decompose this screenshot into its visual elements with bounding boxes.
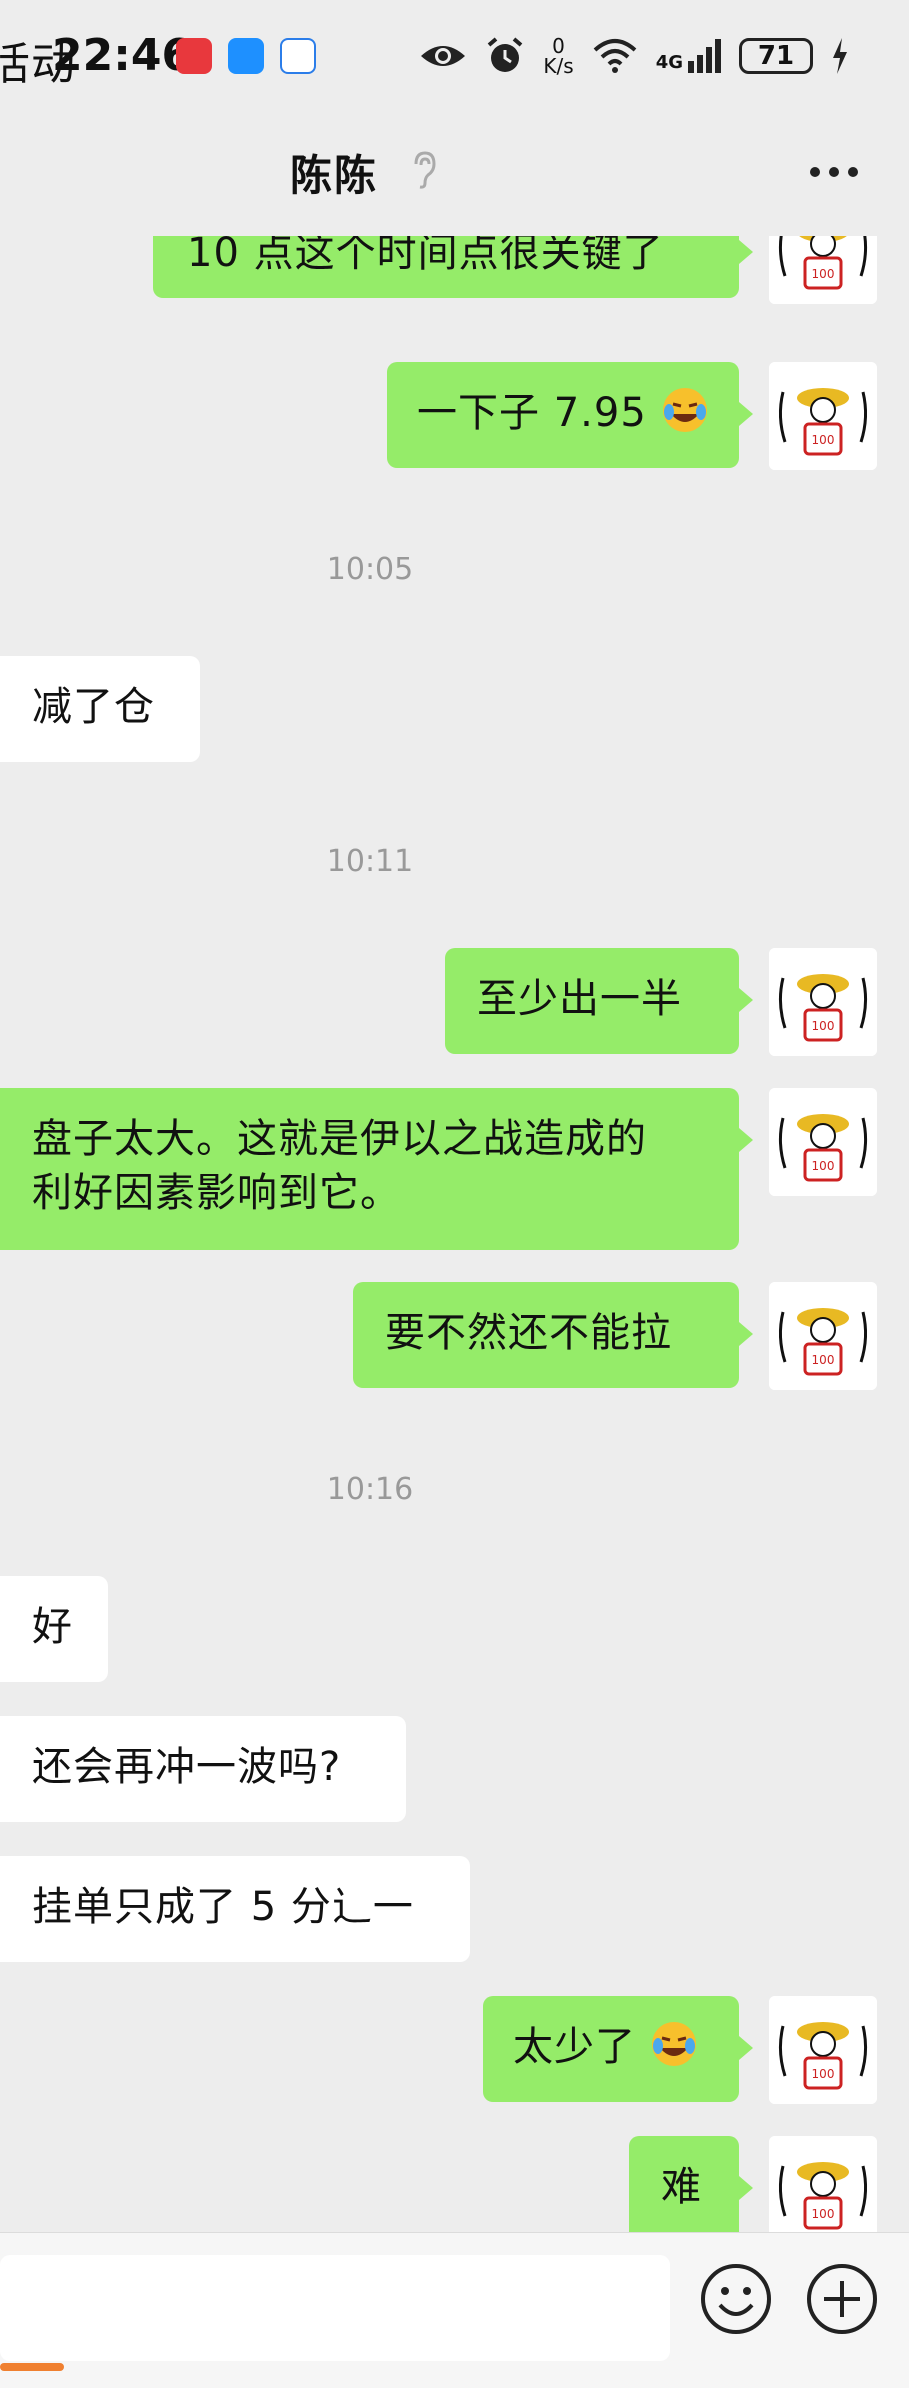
emoji-icon[interactable]	[698, 2261, 774, 2337]
svg-text:100: 100	[812, 1019, 835, 1033]
eye-icon	[421, 46, 466, 66]
avatar[interactable]: 100	[769, 1088, 877, 1196]
home-indicator	[0, 2363, 64, 2371]
app-notification-icon	[176, 38, 212, 74]
message-list[interactable]: 10 点这个时间点很关键了 100 一下子 7.95 100 10:05 减了仓…	[0, 236, 909, 2232]
assistant-app-icon	[280, 38, 316, 74]
laughing-tears-emoji-icon	[651, 2022, 696, 2066]
more-options-icon[interactable]	[809, 166, 859, 178]
status-time: 22:46	[52, 30, 193, 81]
bubble-tail	[739, 1128, 753, 1152]
chat-title: 陈陈	[290, 151, 379, 200]
wifi-icon	[593, 39, 637, 73]
timestamp: 10:16	[326, 1472, 414, 1507]
message-bubble[interactable]: 要不然还不能拉	[353, 1282, 739, 1388]
message-bubble[interactable]: 太少了	[483, 1996, 739, 2102]
avatar-image: 100	[769, 1282, 877, 1390]
cloud-app-icon	[228, 38, 264, 74]
timestamp: 10:05	[326, 552, 414, 587]
message-bubble[interactable]: 盘子太大。这就是伊以之战造成的 利好因素影响到它。	[0, 1088, 739, 1250]
message-bubble[interactable]: 还会再冲一波吗?	[0, 1716, 406, 1822]
status-bar: 活动 22:46 0 K/s 4G 71	[0, 0, 909, 116]
chat-screen: 活动 22:46 0 K/s 4G 71 陈陈 10 点这个时间点很关键了 10…	[0, 0, 909, 2388]
net-speed: 0 K/s	[543, 34, 574, 78]
bubble-tail	[739, 2036, 753, 2060]
avatar-image: 100	[769, 1088, 877, 1196]
avatar[interactable]: 100	[769, 1282, 877, 1390]
bubble-tail	[739, 240, 753, 264]
timestamp: 10:11	[326, 844, 414, 879]
signal-strength-icon: 4G	[656, 39, 721, 73]
svg-text:100: 100	[812, 1159, 835, 1173]
avatar-image: 100	[769, 1996, 877, 2104]
svg-text:100: 100	[812, 433, 835, 447]
message-bubble[interactable]: 难	[629, 2136, 739, 2232]
message-bubble[interactable]: 挂单只成了 5 分辶一	[0, 1856, 470, 1962]
chat-header: 陈陈	[0, 116, 909, 236]
input-bar	[0, 2232, 909, 2388]
battery-indicator: 71	[739, 38, 813, 74]
charging-icon	[833, 38, 847, 74]
avatar[interactable]: 100	[769, 236, 877, 304]
message-bubble[interactable]: 好	[0, 1576, 108, 1682]
laughing-tears-emoji-icon	[662, 388, 707, 432]
bubble-tail	[739, 1322, 753, 1346]
avatar-image: 100	[769, 2136, 877, 2232]
alarm-icon	[488, 37, 523, 72]
bubble-tail	[739, 2176, 753, 2200]
avatar[interactable]: 100	[769, 2136, 877, 2232]
svg-text:100: 100	[812, 2067, 835, 2081]
ear-icon	[414, 151, 436, 189]
svg-text:100: 100	[812, 2207, 835, 2221]
avatar-image: 100	[769, 362, 877, 470]
message-bubble[interactable]: 10 点这个时间点很关键了	[153, 236, 739, 298]
message-bubble[interactable]: 减了仓	[0, 656, 200, 762]
avatar-image: 100	[769, 948, 877, 1056]
avatar[interactable]: 100	[769, 1996, 877, 2104]
avatar[interactable]: 100	[769, 362, 877, 470]
message-input[interactable]	[0, 2255, 670, 2361]
svg-text:100: 100	[812, 267, 835, 281]
avatar-image: 100	[769, 236, 877, 304]
bubble-tail	[739, 988, 753, 1012]
svg-text:100: 100	[812, 1353, 835, 1367]
avatar[interactable]: 100	[769, 948, 877, 1056]
bubble-tail	[739, 402, 753, 426]
add-icon[interactable]	[804, 2261, 880, 2337]
message-bubble[interactable]: 一下子 7.95	[387, 362, 739, 468]
status-icons: 0 K/s 4G 71	[419, 32, 849, 80]
message-bubble[interactable]: 至少出一半	[445, 948, 739, 1054]
